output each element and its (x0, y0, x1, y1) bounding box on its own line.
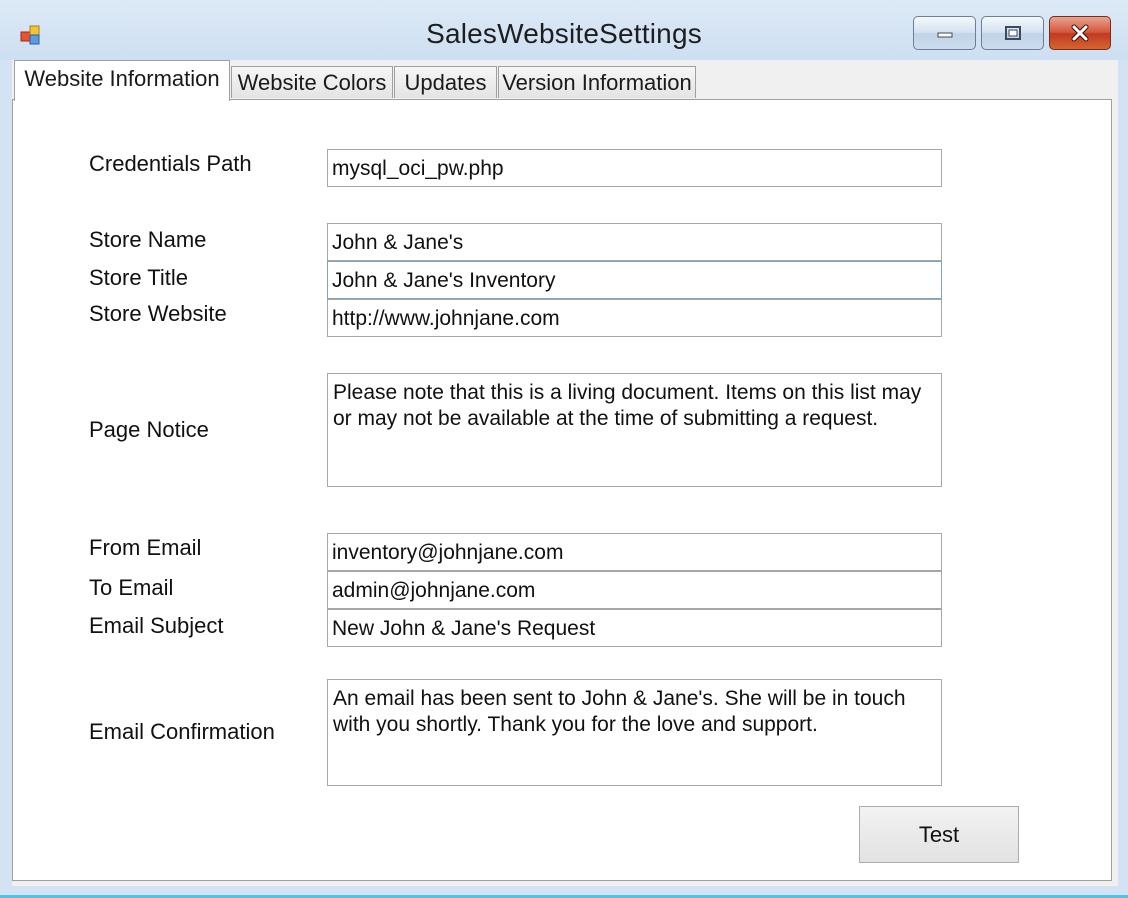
minimize-button[interactable] (913, 16, 976, 50)
page-notice-label: Page Notice (89, 417, 209, 442)
application-window: SalesWebsiteSettings Website Information… (0, 0, 1128, 898)
credentials-path-label: Credentials Path (89, 151, 252, 176)
from-email-label: From Email (89, 535, 202, 560)
email-confirmation-textarea[interactable]: An email has been sent to John & Jane's.… (327, 679, 942, 786)
to-email-input[interactable]: admin@johnjane.com (327, 571, 942, 609)
store-name-input[interactable]: John & Jane's (327, 223, 942, 261)
store-website-label: Store Website (89, 301, 227, 326)
website-information-panel: Credentials Path mysql_oci_pw.php Store … (12, 99, 1112, 881)
tab-website-information[interactable]: Website Information (14, 60, 230, 101)
credentials-path-input[interactable]: mysql_oci_pw.php (327, 149, 942, 187)
title-bar[interactable]: SalesWebsiteSettings (0, 0, 1128, 60)
tab-website-colors[interactable]: Website Colors (231, 66, 393, 98)
store-name-label: Store Name (89, 227, 207, 252)
store-title-label: Store Title (89, 265, 189, 290)
tab-strip: Website Information Website Colors Updat… (12, 60, 1118, 101)
to-email-label: To Email (89, 575, 174, 600)
email-confirmation-label: Email Confirmation (89, 719, 275, 744)
close-button[interactable] (1049, 16, 1111, 50)
maximize-icon (1004, 26, 1021, 40)
tab-updates[interactable]: Updates (394, 66, 497, 98)
email-subject-label: Email Subject (89, 613, 224, 638)
form-client-area: Website Information Website Colors Updat… (12, 60, 1118, 886)
maximize-button[interactable] (981, 16, 1044, 50)
from-email-input[interactable]: inventory@johnjane.com (327, 533, 942, 571)
minimize-icon (937, 32, 952, 38)
page-notice-textarea[interactable]: Please note that this is a living docume… (327, 373, 942, 487)
store-website-input[interactable]: http://www.johnjane.com (327, 299, 942, 337)
email-subject-input[interactable]: New John & Jane's Request (327, 609, 942, 647)
store-title-input[interactable]: John & Jane's Inventory (327, 261, 942, 299)
tab-version-information[interactable]: Version Information (498, 66, 696, 98)
close-icon (1071, 24, 1089, 42)
test-button[interactable]: Test (859, 806, 1019, 863)
